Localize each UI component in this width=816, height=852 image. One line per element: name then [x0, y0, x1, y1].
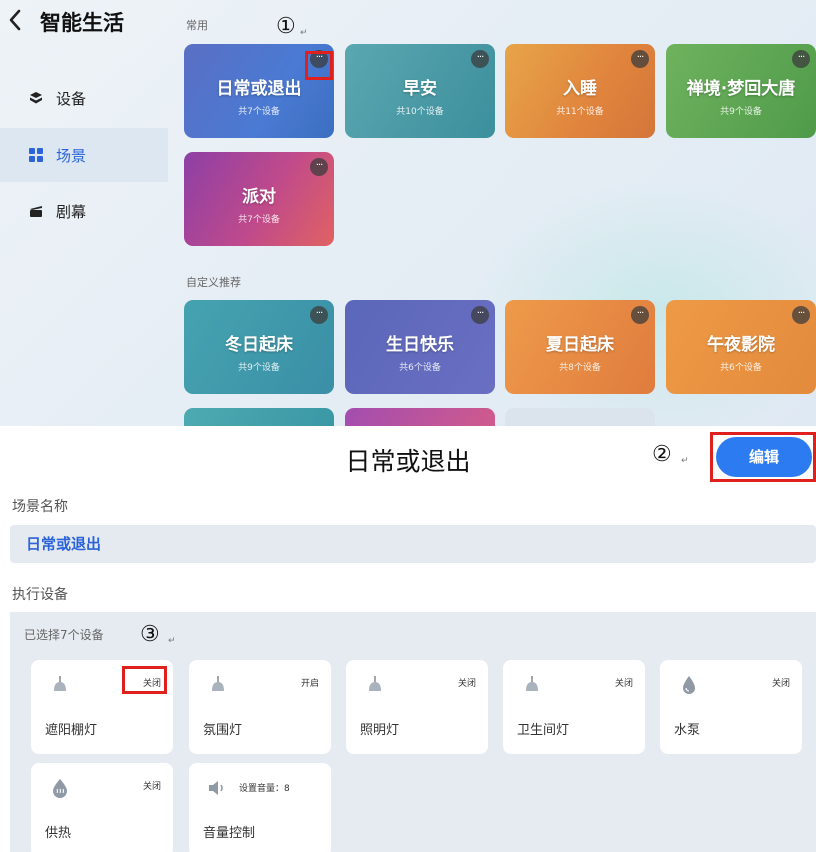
device-name: 遮阳棚灯 [45, 723, 98, 738]
return-mark: ↵ [300, 28, 308, 38]
device-card[interactable]: 关闭 照明灯 [346, 660, 488, 754]
sidebar-item-scenes[interactable]: 场景 [0, 128, 168, 182]
scene-device-count: 共6个设备 [720, 363, 762, 373]
bulb-icon [364, 674, 386, 696]
scene-detail-screen: 日常或退出 ② ↵ 编辑 场景名称 日常或退出 执行设备 已选择7个设备 ③ ↵… [0, 426, 816, 852]
device-name: 氛围灯 [203, 723, 243, 738]
section-label-common: 常用 [186, 19, 208, 32]
water-drop-icon [678, 674, 700, 696]
device-name: 供热 [45, 826, 72, 841]
scene-card-morning[interactable]: 早安 共10个设备 ··· [345, 44, 495, 138]
step-marker-1: ① [276, 14, 296, 39]
header: 智能生活 [8, 8, 124, 38]
theater-icon [28, 203, 44, 219]
more-options-icon[interactable]: ··· [310, 158, 328, 176]
scene-device-count: 共7个设备 [238, 107, 280, 117]
scenes-grid-icon [28, 147, 44, 163]
heating-drop-icon [49, 777, 71, 799]
scene-device-count: 共10个设备 [396, 107, 444, 117]
scene-card-sleep[interactable]: 入睡 共11个设备 ··· [505, 44, 655, 138]
sidebar-item-label: 场景 [56, 146, 87, 165]
return-mark: ↵ [681, 456, 689, 466]
detail-title: 日常或退出 [345, 447, 471, 476]
device-state[interactable]: 关闭 [615, 676, 633, 689]
scene-title: 夏日起床 [546, 335, 614, 355]
step-marker-3: ③ [140, 622, 160, 647]
scene-card-winter-wakeup[interactable]: 冬日起床 共9个设备 ··· [184, 300, 334, 394]
device-state[interactable]: 关闭 [143, 779, 161, 792]
selected-device-count: 已选择7个设备 [24, 628, 104, 642]
section-label-custom: 自定义推荐 [186, 276, 241, 289]
scene-card-zen[interactable]: 禅境·梦回大唐 共9个设备 ··· [666, 44, 816, 138]
devices-icon [28, 90, 44, 106]
speaker-icon [207, 777, 229, 799]
volume-setting[interactable]: 设置音量：8 [239, 781, 290, 794]
scene-device-count: 共9个设备 [720, 107, 762, 117]
scene-card-partial[interactable] [345, 408, 495, 426]
scene-device-count: 共8个设备 [559, 363, 601, 373]
sidebar-item-theater[interactable]: 剧幕 [0, 184, 168, 238]
scene-device-count: 共6个设备 [399, 363, 441, 373]
highlight-box-step2 [710, 432, 816, 482]
scene-title: 早安 [403, 79, 437, 99]
scene-title: 冬日起床 [225, 335, 293, 355]
more-options-icon[interactable]: ··· [471, 50, 489, 68]
return-mark: ↵ [168, 636, 176, 646]
device-card[interactable]: 开启 氛围灯 [189, 660, 331, 754]
scene-title: 禅境·梦回大唐 [686, 79, 796, 99]
device-card[interactable]: 关闭 卫生间灯 [503, 660, 645, 754]
scene-title: 入睡 [563, 79, 597, 99]
scene-list-screen: 智能生活 设备 场景 剧幕 常用 自定义推荐 日常或退出 共7个设备 ··· 早… [0, 0, 816, 426]
more-options-icon[interactable]: ··· [792, 306, 810, 324]
highlight-box-step3 [122, 666, 167, 694]
sidebar-item-devices[interactable]: 设备 [0, 71, 168, 125]
step-marker-2: ② [652, 442, 672, 467]
scene-name-field[interactable]: 日常或退出 [10, 525, 816, 563]
scene-card-partial[interactable] [184, 408, 334, 426]
device-state[interactable]: 关闭 [772, 676, 790, 689]
sidebar-item-label: 剧幕 [56, 202, 87, 221]
device-name: 卫生间灯 [517, 723, 570, 738]
scene-name-label: 场景名称 [12, 499, 68, 515]
sidebar-item-label: 设备 [56, 89, 87, 108]
highlight-box-step1 [305, 51, 333, 80]
bulb-icon [521, 674, 543, 696]
device-card[interactable]: 关闭 供热 [31, 763, 173, 852]
bulb-icon [49, 674, 71, 696]
scene-title: 午夜影院 [707, 335, 775, 355]
device-card[interactable]: 关闭 水泵 [660, 660, 802, 754]
device-name: 音量控制 [203, 826, 256, 841]
device-state[interactable]: 开启 [301, 676, 319, 689]
scene-device-count: 共11个设备 [556, 107, 604, 117]
more-options-icon[interactable]: ··· [792, 50, 810, 68]
scene-title: 派对 [242, 187, 276, 207]
scene-device-count: 共7个设备 [238, 215, 280, 225]
scene-card-summer-wakeup[interactable]: 夏日起床 共8个设备 ··· [505, 300, 655, 394]
scene-device-count: 共9个设备 [238, 363, 280, 373]
bulb-icon [207, 674, 229, 696]
more-options-icon[interactable]: ··· [631, 306, 649, 324]
more-options-icon[interactable]: ··· [631, 50, 649, 68]
scene-card-midnight-cinema[interactable]: 午夜影院 共6个设备 ··· [666, 300, 816, 394]
scene-card-party[interactable]: 派对 共7个设备 ··· [184, 152, 334, 246]
chevron-left-icon[interactable] [8, 8, 30, 38]
scene-card-partial[interactable] [505, 408, 655, 426]
device-card[interactable]: 设置音量：8 音量控制 [189, 763, 331, 852]
scene-title: 生日快乐 [386, 335, 454, 355]
more-options-icon[interactable]: ··· [310, 306, 328, 324]
device-state[interactable]: 关闭 [458, 676, 476, 689]
app-title: 智能生活 [40, 11, 124, 35]
exec-devices-label: 执行设备 [12, 587, 68, 603]
scene-card-birthday[interactable]: 生日快乐 共6个设备 ··· [345, 300, 495, 394]
device-name: 照明灯 [360, 723, 400, 738]
device-name: 水泵 [674, 723, 701, 738]
more-options-icon[interactable]: ··· [471, 306, 489, 324]
